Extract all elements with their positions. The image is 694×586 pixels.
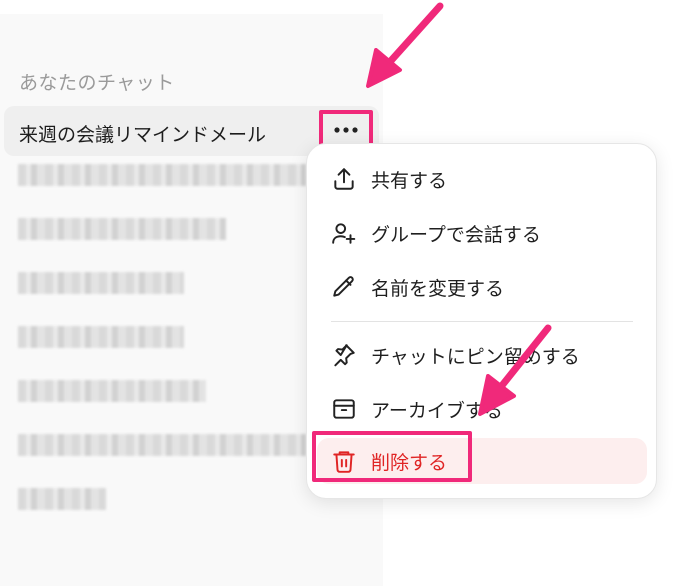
blurred-chat-item[interactable] xyxy=(18,218,226,240)
pin-icon xyxy=(329,340,359,370)
pencil-icon xyxy=(329,272,359,302)
chat-item-title: 来週の会議リマインドメール xyxy=(19,124,267,146)
blurred-chat-item[interactable] xyxy=(18,488,106,510)
menu-divider xyxy=(331,321,633,322)
blurred-chat-item[interactable] xyxy=(18,326,184,348)
menu-item-label: 名前を変更する xyxy=(371,277,505,300)
share-icon xyxy=(329,164,359,194)
highlight-box-delete xyxy=(312,431,472,482)
menu-item-label: アーカイブする xyxy=(371,399,503,422)
blurred-chat-item[interactable] xyxy=(18,380,206,402)
menu-item-label: 共有する xyxy=(371,169,448,192)
menu-item-rename[interactable]: 名前を変更する xyxy=(317,264,647,310)
menu-item-label: チャットにピン留めする xyxy=(371,345,580,368)
blurred-chat-item[interactable] xyxy=(18,434,306,456)
ellipsis-icon xyxy=(334,127,358,133)
context-menu: 共有する グループで会話する 名前を変更する チャットにピン留めする アーカイブ… xyxy=(306,143,657,499)
menu-item-pin[interactable]: チャットにピン留めする xyxy=(317,332,647,378)
menu-item-archive[interactable]: アーカイブする xyxy=(317,386,647,432)
menu-item-label: グループで会話する xyxy=(371,223,541,246)
blurred-chat-item[interactable] xyxy=(18,164,306,186)
blurred-chat-item[interactable] xyxy=(18,272,184,294)
menu-item-share[interactable]: 共有する xyxy=(317,156,647,202)
add-person-icon xyxy=(329,218,359,248)
section-label: あなたのチャット xyxy=(19,72,175,94)
menu-item-group-chat[interactable]: グループで会話する xyxy=(317,210,647,256)
archive-icon xyxy=(329,394,359,424)
